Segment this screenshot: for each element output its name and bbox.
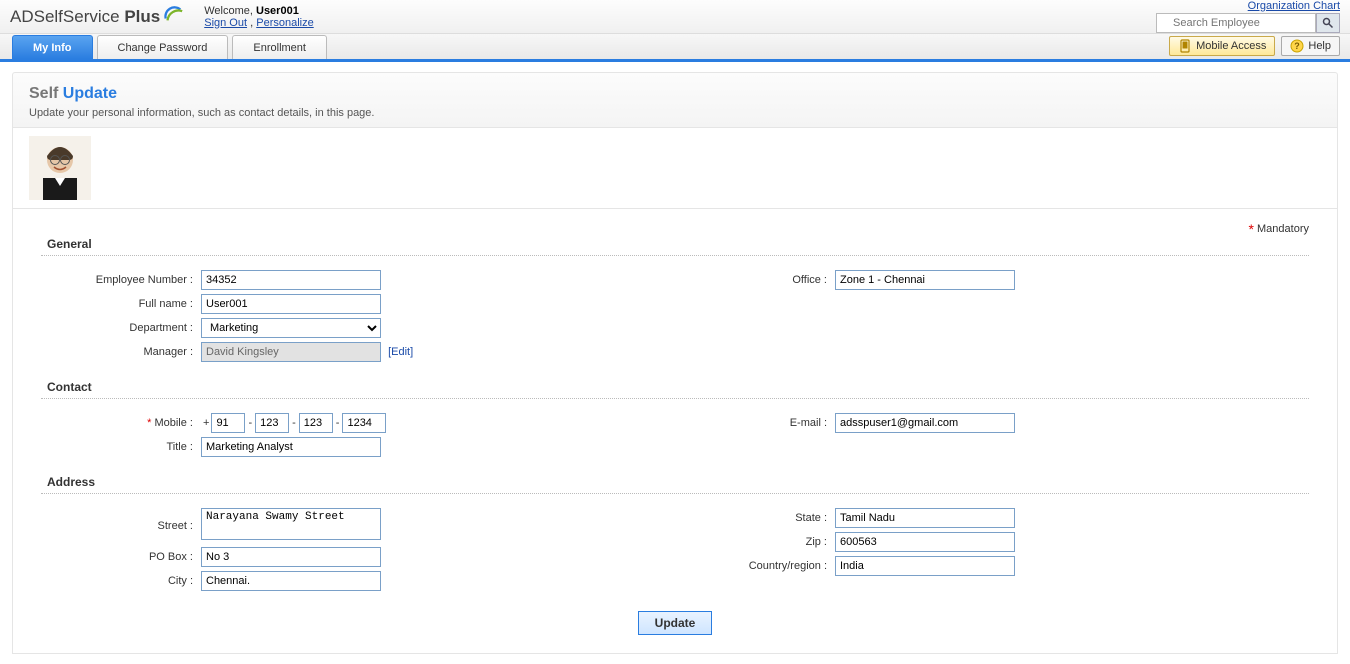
search-employee: ▾ — [1156, 13, 1340, 33]
mandatory-note: * Mandatory — [1249, 221, 1310, 237]
help-button[interactable]: ? Help — [1281, 36, 1340, 56]
label-email: E-mail : — [675, 417, 835, 429]
tab-enrollment[interactable]: Enrollment — [232, 35, 327, 59]
tab-bar: My Info Change Password Enrollment Mobil… — [0, 34, 1350, 62]
section-contact: Contact — [47, 380, 1309, 394]
mobile-p3-input[interactable] — [342, 413, 386, 433]
mobile-cc-input[interactable] — [211, 413, 245, 433]
street-input[interactable]: Narayana Swamy Street — [201, 508, 381, 540]
label-pobox: PO Box : — [41, 551, 201, 563]
help-icon: ? — [1290, 39, 1304, 53]
svg-text:?: ? — [1295, 41, 1301, 51]
full-name-input[interactable] — [201, 294, 381, 314]
label-title: Title : — [41, 441, 201, 453]
label-zip: Zip : — [675, 536, 835, 548]
welcome-block: Welcome, User001 Sign Out , Personalize — [204, 5, 313, 29]
pobox-input[interactable] — [201, 547, 381, 567]
phone-icon — [1178, 39, 1192, 53]
label-department: Department : — [41, 322, 201, 334]
label-state: State : — [675, 512, 835, 524]
product-name-pre: ADSelfService — [10, 7, 124, 26]
mobile-group: +--- — [201, 413, 386, 433]
avatar — [29, 136, 91, 200]
help-label: Help — [1308, 40, 1331, 52]
tab-change-password[interactable]: Change Password — [97, 35, 229, 59]
welcome-user: User001 — [256, 5, 299, 17]
welcome-text: Welcome, — [204, 5, 256, 17]
magnifier-icon — [1322, 17, 1334, 29]
manager-edit-link[interactable]: [Edit] — [388, 346, 413, 358]
personalize-link[interactable]: Personalize — [256, 17, 313, 29]
city-input[interactable] — [201, 571, 381, 591]
signout-link[interactable]: Sign Out — [204, 17, 247, 29]
photo-band — [12, 128, 1338, 209]
title-input[interactable] — [201, 437, 381, 457]
label-city: City : — [41, 575, 201, 587]
page-body: Self Update Update your personal informa… — [0, 62, 1350, 664]
label-mobile: * Mobile : — [41, 417, 201, 429]
label-manager: Manager : — [41, 346, 201, 358]
mobile-p2-input[interactable] — [299, 413, 333, 433]
product-name-bold: Plus — [124, 7, 160, 26]
update-bar: Update — [41, 595, 1309, 635]
label-full-name: Full name : — [41, 298, 201, 310]
mobile-access-button[interactable]: Mobile Access — [1169, 36, 1275, 56]
label-street: Street : — [41, 520, 201, 532]
form-area: * Mandatory General Employee Number : Fu… — [12, 209, 1338, 654]
header-right: Organization Chart ▾ — [1156, 0, 1340, 33]
office-input[interactable] — [835, 270, 1015, 290]
mobile-p1-input[interactable] — [255, 413, 289, 433]
label-emp-no: Employee Number : — [41, 274, 201, 286]
page-title: Self Update — [29, 85, 1321, 103]
department-select[interactable]: Marketing — [201, 318, 381, 338]
search-input[interactable] — [1156, 13, 1316, 33]
country-input[interactable] — [835, 556, 1015, 576]
tab-my-info[interactable]: My Info — [12, 35, 93, 59]
state-input[interactable] — [835, 508, 1015, 528]
product-name: ADSelfService Plus — [10, 7, 160, 27]
search-button[interactable] — [1316, 13, 1340, 33]
app-header: ADSelfService Plus Welcome, User001 Sign… — [0, 0, 1350, 34]
org-chart-link[interactable]: Organization Chart — [1156, 0, 1340, 12]
email-input[interactable] — [835, 413, 1015, 433]
arc-icon — [162, 2, 184, 24]
update-button[interactable]: Update — [638, 611, 713, 635]
product-logo: ADSelfService Plus — [10, 7, 184, 27]
section-address: Address — [47, 475, 1309, 489]
title-area: Self Update Update your personal informa… — [12, 72, 1338, 128]
section-general: General — [47, 237, 1309, 251]
emp-no-input[interactable] — [201, 270, 381, 290]
label-office: Office : — [675, 274, 835, 286]
label-country: Country/region : — [675, 560, 835, 572]
page-subtitle: Update your personal information, such a… — [29, 107, 1321, 119]
zip-input[interactable] — [835, 532, 1015, 552]
manager-input — [201, 342, 381, 362]
mobile-access-label: Mobile Access — [1196, 40, 1266, 52]
